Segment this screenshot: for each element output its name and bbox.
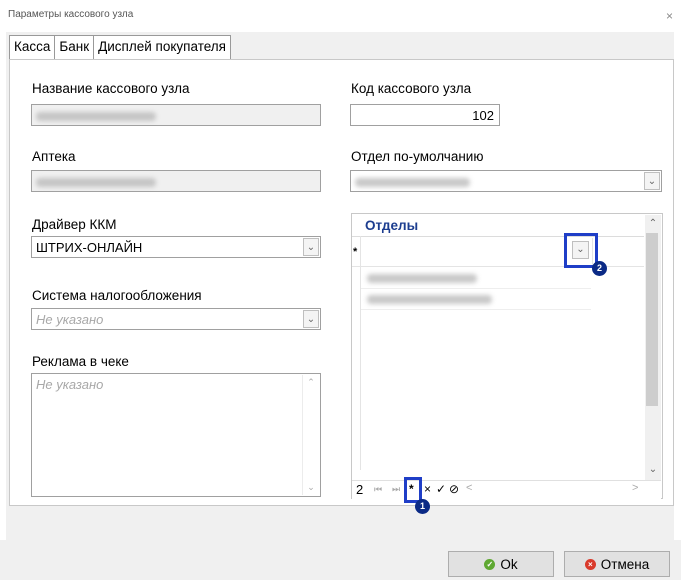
cancel-icon: × — [584, 558, 596, 570]
tax-system-label: Система налогообложения — [32, 288, 202, 303]
check-icon: ✓ — [484, 558, 496, 570]
redacted-text — [36, 178, 156, 188]
grid-cell-divider — [361, 238, 593, 266]
chevron-down-icon[interactable]: ⌄ — [644, 172, 660, 190]
tax-system-select[interactable]: Не указано ⌄ — [31, 308, 321, 330]
scrollbar-thumb[interactable] — [646, 233, 658, 406]
receipt-ad-placeholder: Не указано — [36, 377, 104, 392]
redacted-text — [355, 178, 470, 188]
receipt-ad-textarea[interactable]: Не указано ⌃ ⌄ — [31, 373, 321, 497]
tab-customer-display[interactable]: Дисплей покупателя — [94, 36, 230, 60]
kkm-driver-value: ШТРИХ-ОНЛАЙН — [36, 240, 143, 255]
window-title: Параметры кассового узла — [8, 9, 134, 20]
node-name-label: Название кассового узла — [32, 81, 190, 96]
tab-kassa[interactable]: Касса — [10, 36, 56, 60]
pharmacy-label: Аптека — [32, 149, 76, 164]
redacted-text — [36, 112, 156, 122]
node-name-field[interactable] — [31, 104, 321, 126]
chevron-up-icon[interactable]: ⌃ — [303, 375, 319, 389]
chevron-down-icon[interactable]: ⌄ — [303, 482, 319, 493]
grid-header-departments[interactable]: Отделы — [365, 218, 418, 233]
cancel-button-label: Отмена — [600, 556, 650, 572]
chevron-down-icon[interactable]: ⌄ — [646, 464, 660, 475]
pharmacy-field[interactable] — [31, 170, 321, 192]
ok-button-label: Ok — [500, 556, 518, 572]
navigator-record-number: 2 — [356, 482, 364, 497]
ok-button[interactable]: ✓ Ok — [448, 551, 554, 577]
last-record-icon[interactable]: ⏭ — [392, 484, 400, 495]
receipt-ad-label: Реклама в чеке — [32, 354, 129, 369]
delete-record-icon[interactable]: × — [424, 482, 431, 496]
kkm-driver-select[interactable]: ШТРИХ-ОНЛАЙН ⌄ — [31, 236, 321, 258]
close-icon[interactable]: × — [666, 10, 673, 22]
chevron-down-icon[interactable]: ⌄ — [572, 241, 589, 259]
row-indicator-column — [352, 236, 361, 470]
default-dept-label: Отдел по-умолчанию — [351, 149, 484, 164]
chevron-down-icon[interactable]: ⌄ — [303, 238, 319, 256]
scroll-left-icon[interactable]: < — [466, 482, 472, 494]
table-row[interactable] — [361, 289, 591, 310]
confirm-icon[interactable]: ✓ — [436, 482, 446, 496]
tax-system-placeholder: Не указано — [36, 312, 104, 327]
scroll-right-icon[interactable]: > — [632, 482, 638, 494]
tab-strip: Касса Банк Дисплей покупателя — [9, 35, 231, 61]
callout-2-badge: 2 — [592, 261, 607, 276]
cancel-button[interactable]: × Отмена — [564, 551, 670, 577]
default-dept-select[interactable]: ⌄ — [350, 170, 662, 192]
table-row[interactable] — [361, 268, 591, 289]
chevron-down-icon[interactable]: ⌄ — [303, 310, 319, 328]
kkm-driver-label: Драйвер ККМ — [32, 217, 117, 232]
redacted-text — [367, 274, 477, 283]
first-record-icon[interactable]: ⏮ — [374, 484, 382, 495]
callout-1-badge: 1 — [415, 499, 430, 514]
node-code-field[interactable]: 102 — [350, 104, 500, 126]
chevron-up-icon[interactable]: ⌃ — [646, 218, 660, 229]
textarea-scrollbar[interactable]: ⌃ ⌄ — [302, 375, 319, 495]
node-code-label: Код кассового узла — [351, 81, 472, 96]
cancel-edit-icon[interactable]: ⊘ — [449, 482, 459, 496]
tab-bank[interactable]: Банк — [55, 36, 95, 60]
redacted-text — [367, 295, 492, 304]
add-record-icon[interactable]: * — [409, 482, 414, 496]
new-row-marker: * — [353, 246, 358, 258]
